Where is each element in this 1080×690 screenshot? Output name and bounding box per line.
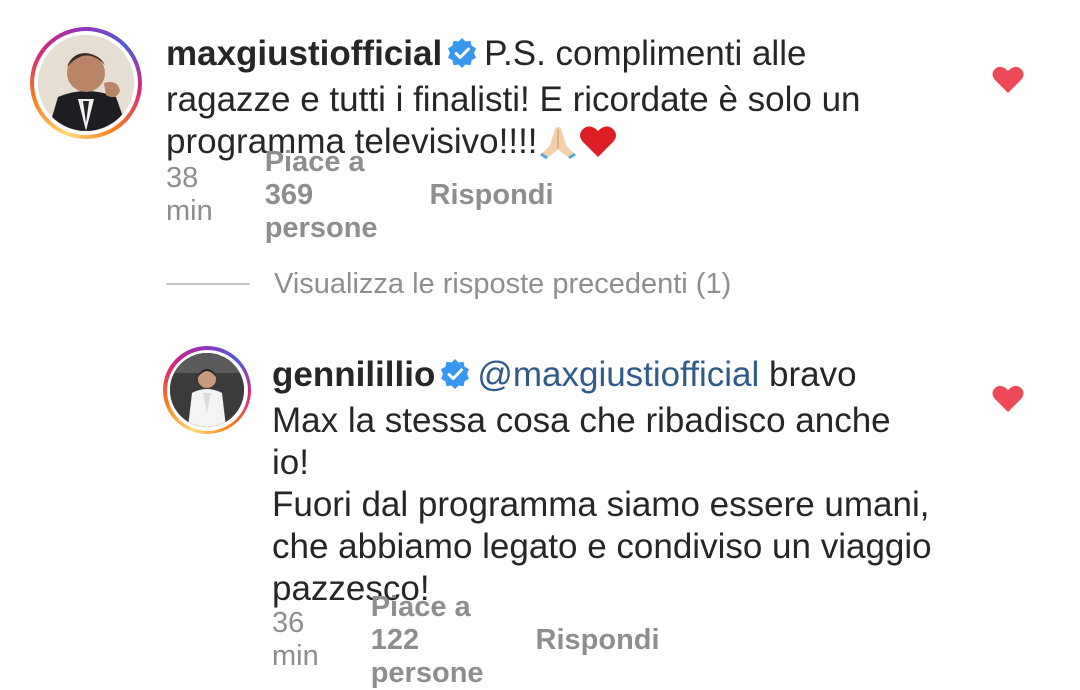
comment-time: 38 min	[166, 162, 213, 227]
divider	[166, 283, 250, 285]
avatar[interactable]	[163, 346, 251, 434]
verified-badge-icon	[446, 37, 478, 79]
avatar-photo	[170, 353, 244, 427]
reply-button[interactable]: Rispondi	[536, 624, 660, 657]
avatar[interactable]	[30, 27, 142, 139]
comment-username[interactable]: maxgiustiofficial	[166, 34, 442, 73]
comment-text: io!	[272, 443, 309, 482]
comment-text: bravo	[769, 355, 857, 394]
verified-badge-icon	[439, 358, 471, 400]
comment-text: ragazze e tutti i finalisti! E ricordate…	[166, 80, 861, 119]
comment-text: che abbiamo legato e condiviso un viaggi…	[272, 527, 932, 566]
like-heart-icon[interactable]	[991, 383, 1025, 413]
mention-link[interactable]: @maxgiustiofficial	[477, 355, 759, 394]
like-heart-icon[interactable]	[991, 64, 1025, 94]
view-previous-replies-label[interactable]: Visualizza le risposte precedenti (1)	[274, 268, 731, 301]
red-heart-icon	[578, 123, 618, 169]
likes-count-link[interactable]: Piace a 122 persone	[371, 591, 484, 690]
reply-button[interactable]: Rispondi	[430, 179, 554, 212]
comment-text: P.S. complimenti alle	[484, 34, 807, 73]
likes-count-link[interactable]: Piace a 369 persone	[265, 146, 378, 245]
comment-time: 36 min	[272, 607, 319, 672]
avatar-photo	[38, 35, 134, 131]
folded-hands-icon	[538, 123, 578, 169]
view-previous-replies[interactable]: Visualizza le risposte precedenti (1)	[166, 262, 731, 306]
comment-username[interactable]: gennilillio	[272, 355, 435, 394]
comment-text: Fuori dal programma siamo essere umani,	[272, 485, 930, 524]
comment-text: Max la stessa cosa che ribadisco anche	[272, 401, 891, 440]
